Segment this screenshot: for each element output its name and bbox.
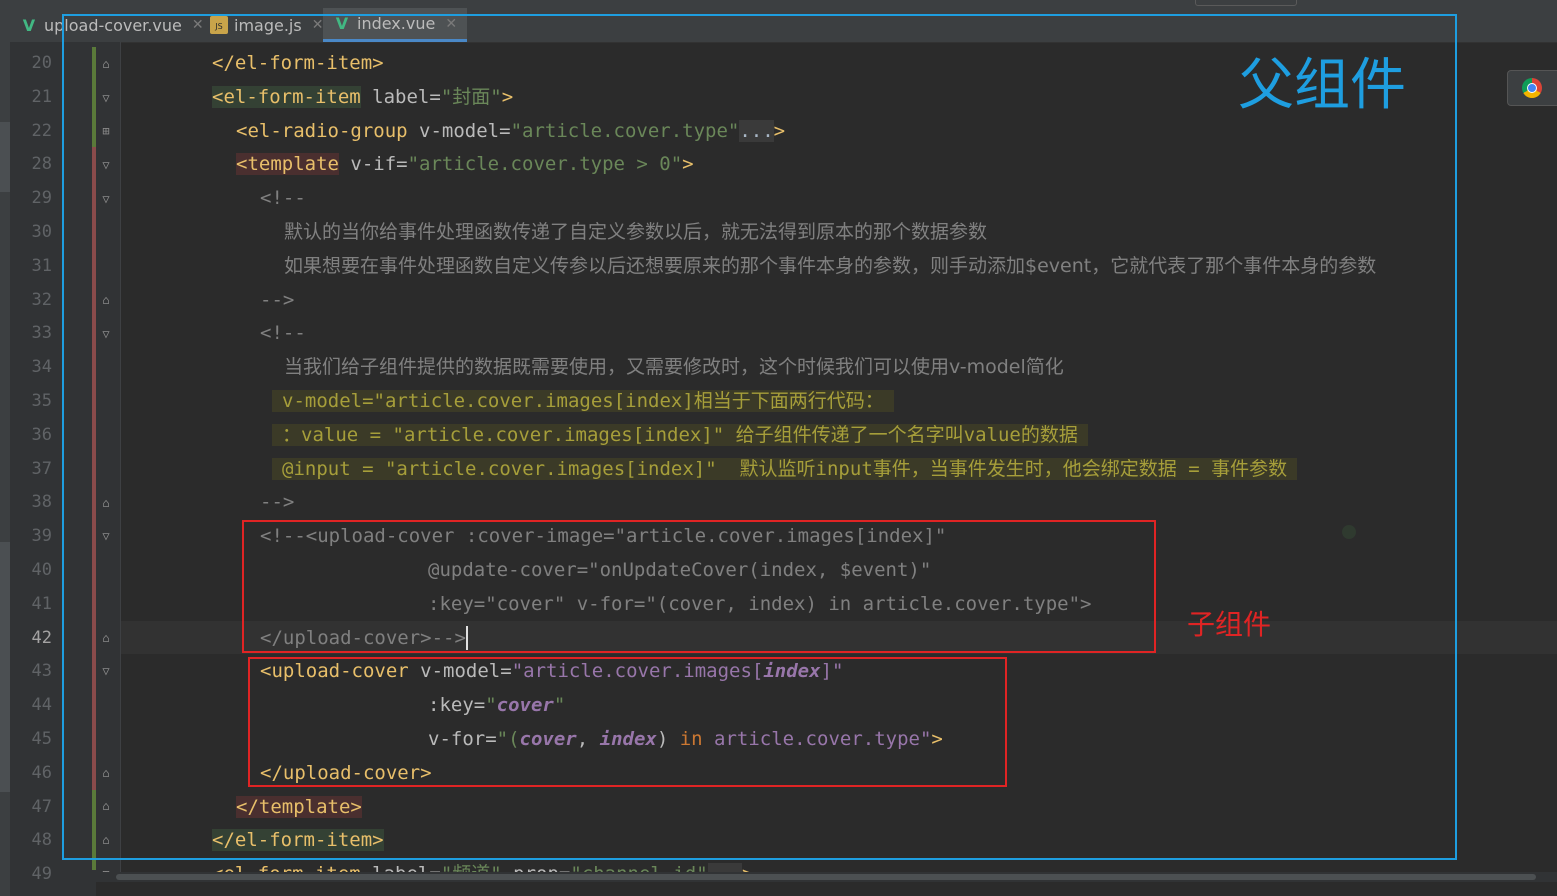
line-number: 34 xyxy=(31,357,52,378)
line-number: 30 xyxy=(31,221,52,242)
child-component-box xyxy=(248,657,1007,787)
horizontal-scrollbar[interactable] xyxy=(96,872,1557,882)
tool-window-button[interactable] xyxy=(0,542,10,792)
line-number-current: 42 xyxy=(31,627,52,648)
parent-component-label: 父组件 xyxy=(1238,53,1406,118)
line-number: 45 xyxy=(31,728,52,749)
line-number: 32 xyxy=(31,289,52,310)
tool-window-button[interactable] xyxy=(0,122,10,192)
line-number: 22 xyxy=(31,120,52,141)
scrollbar-thumb[interactable] xyxy=(116,874,1536,880)
line-number: 39 xyxy=(31,526,52,547)
line-number: 40 xyxy=(31,559,52,580)
line-number: 41 xyxy=(31,593,52,614)
line-number: 21 xyxy=(31,86,52,107)
line-number: 33 xyxy=(31,323,52,344)
open-in-browser-button[interactable] xyxy=(1507,70,1557,106)
line-number: 36 xyxy=(31,424,52,445)
toolbar-widget xyxy=(1195,0,1297,6)
child-component-label: 子组件 xyxy=(1187,608,1272,641)
line-number: 46 xyxy=(31,762,52,783)
line-number: 48 xyxy=(31,830,52,851)
line-number: 49 xyxy=(31,864,52,885)
line-number: 38 xyxy=(31,492,52,513)
editor-bottom-edge xyxy=(96,882,1557,896)
line-numbers: 20 21 22 28 29 30 31 32 33 34 35 36 37 3… xyxy=(14,47,52,892)
child-component-box-commented xyxy=(242,520,1156,653)
line-number: 28 xyxy=(31,154,52,175)
line-number: 43 xyxy=(31,661,52,682)
line-number: 44 xyxy=(31,695,52,716)
line-number: 35 xyxy=(31,390,52,411)
line-number: 37 xyxy=(31,458,52,479)
line-number: 47 xyxy=(31,796,52,817)
chrome-icon xyxy=(1522,78,1542,98)
line-number: 20 xyxy=(31,53,52,73)
line-number: 31 xyxy=(31,255,52,276)
line-number: 29 xyxy=(31,188,52,209)
tool-window-strip xyxy=(0,42,10,896)
vue-icon: V xyxy=(22,15,36,35)
